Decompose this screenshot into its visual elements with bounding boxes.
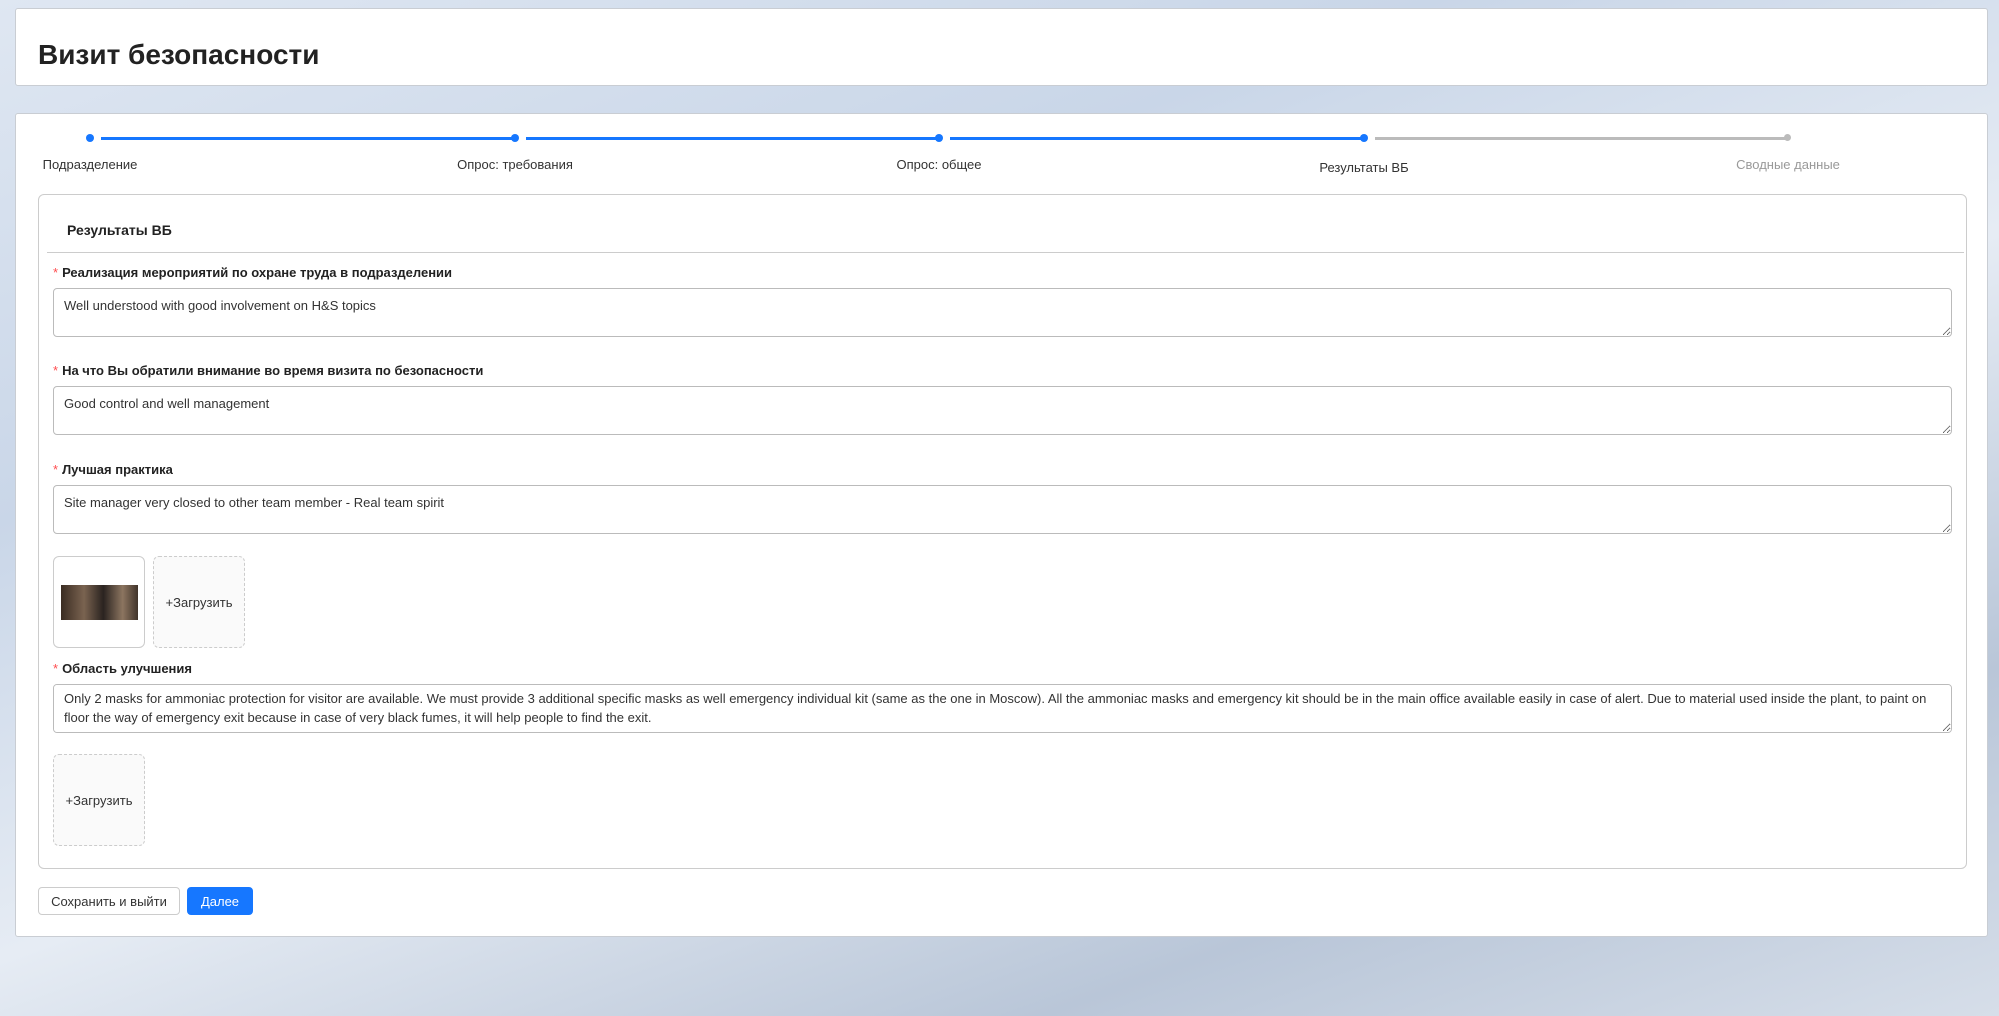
section-title: Результаты ВБ <box>67 222 172 238</box>
page-title: Визит безопасности <box>38 39 320 70</box>
best-practice-textarea[interactable]: Site manager very closed to other team m… <box>53 485 1952 534</box>
header-card: Визит безопасности <box>15 8 1988 86</box>
required-mark: * <box>53 265 59 280</box>
save-and-exit-button[interactable]: Сохранить и выйти <box>38 887 180 915</box>
step-dot-1 <box>86 134 94 142</box>
step-label-4[interactable]: Результаты ВБ <box>1319 160 1408 175</box>
label-text: На что Вы обратили внимание во время виз… <box>62 363 484 378</box>
field-label-implementation: * Реализация мероприятий по охране труда … <box>53 265 452 280</box>
field-label-improvement: * Область улучшения <box>53 661 192 676</box>
field-label-attention: * На что Вы обратили внимание во время ви… <box>53 363 483 378</box>
next-button[interactable]: Далее <box>187 887 253 915</box>
step-dot-5 <box>1784 134 1791 141</box>
required-mark: * <box>53 462 59 477</box>
step-dot-2 <box>511 134 519 142</box>
improvement-textarea[interactable]: Only 2 masks for ammoniac protection for… <box>53 684 1952 733</box>
required-mark: * <box>53 363 59 378</box>
step-dot-4 <box>1360 134 1368 142</box>
attention-textarea[interactable]: Good control and well management <box>53 386 1952 435</box>
divider <box>47 252 1964 253</box>
step-label-1[interactable]: Подразделение <box>43 157 138 172</box>
step-label-3[interactable]: Опрос: общее <box>896 157 981 172</box>
label-text: Лучшая практика <box>62 462 173 477</box>
results-form: Результаты ВБ * Реализация мероприятий по… <box>38 194 1967 869</box>
implementation-textarea[interactable]: Well understood with good involvement on… <box>53 288 1952 337</box>
label-text: Область улучшения <box>62 661 192 676</box>
step-label-5: Сводные данные <box>1736 157 1840 172</box>
uploaded-photo-thumbnail[interactable] <box>53 556 145 648</box>
photo-image <box>60 584 138 620</box>
step-connector <box>950 137 1365 140</box>
step-label-2[interactable]: Опрос: требования <box>457 157 573 172</box>
upload-button-improvement[interactable]: +Загрузить <box>53 754 145 846</box>
label-text: Реализация мероприятий по охране труда в… <box>62 265 453 280</box>
field-label-best-practice: * Лучшая практика <box>53 462 173 477</box>
upload-button-best-practice[interactable]: +Загрузить <box>153 556 245 648</box>
required-mark: * <box>53 661 59 676</box>
upload-label: +Загрузить <box>165 594 233 610</box>
upload-label: +Загрузить <box>65 792 133 808</box>
step-connector <box>526 137 940 140</box>
step-dot-3 <box>935 134 943 142</box>
main-card: Подразделение Опрос: требования Опрос: о… <box>15 113 1988 937</box>
step-connector <box>1375 137 1790 140</box>
step-connector <box>101 137 516 140</box>
